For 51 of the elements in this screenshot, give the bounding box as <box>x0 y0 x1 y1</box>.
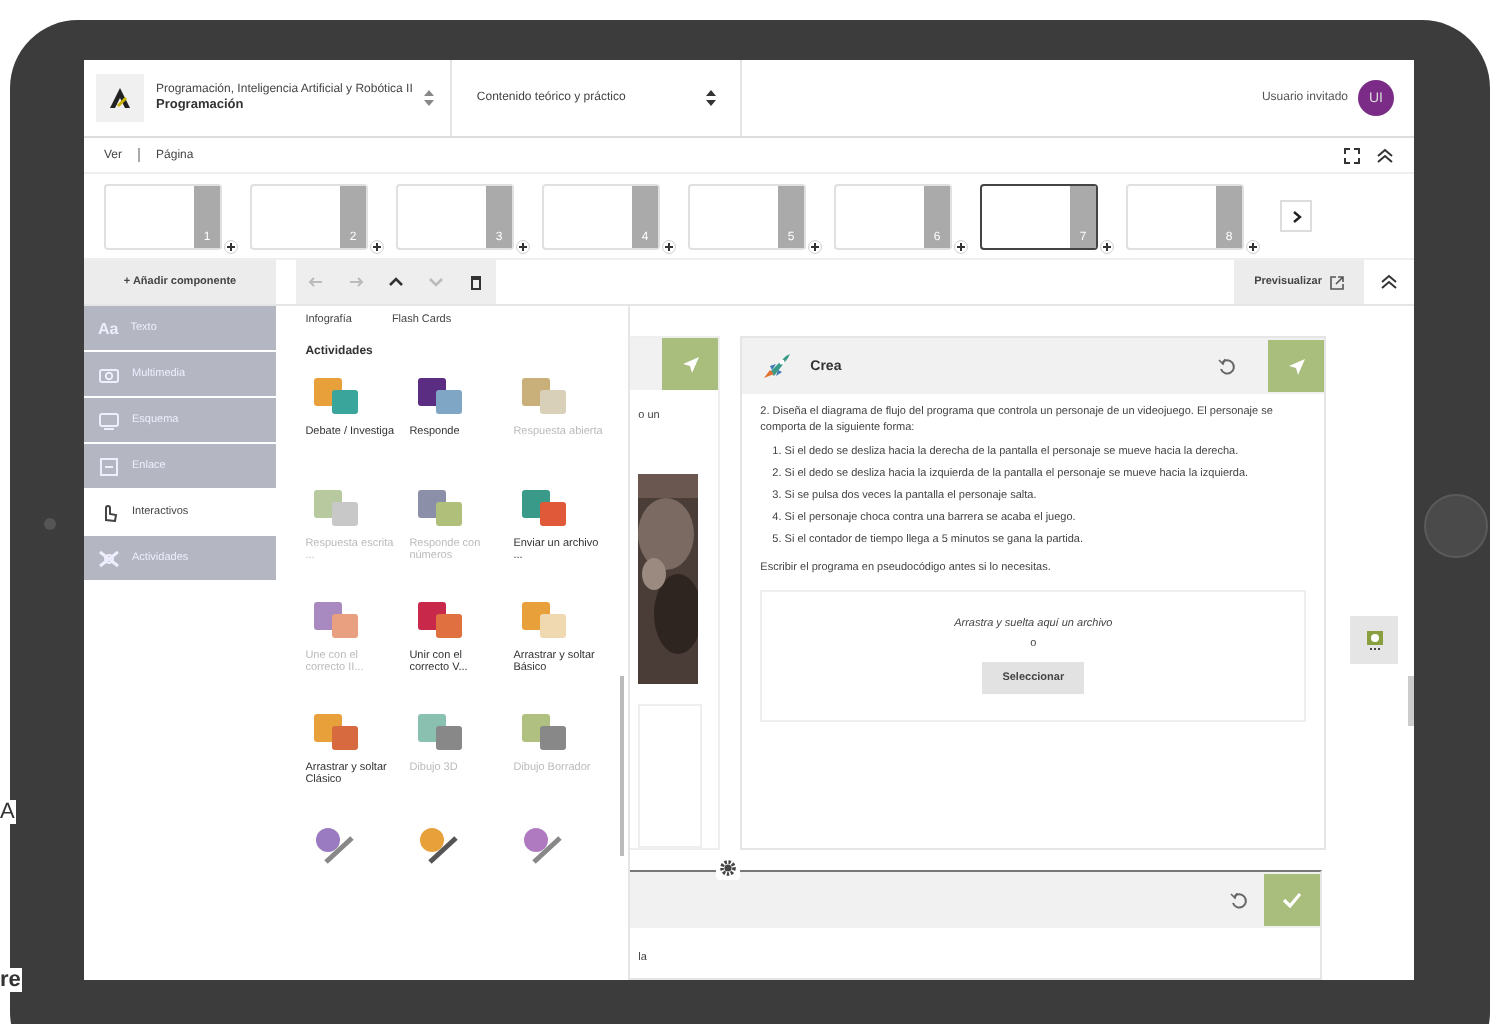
check-icon <box>1282 892 1303 908</box>
add-page-icon[interactable] <box>1100 240 1114 254</box>
tile-icon <box>309 374 362 418</box>
collapse-icon[interactable] <box>1380 274 1398 290</box>
send-icon <box>1287 357 1306 375</box>
tile-icon <box>517 598 570 642</box>
logo-icon <box>96 74 144 122</box>
tile-icon <box>309 710 362 754</box>
background-text: A <box>0 800 17 824</box>
category-icon <box>98 549 120 567</box>
side-button[interactable] <box>1350 616 1399 664</box>
category-icon <box>98 411 120 429</box>
next-button[interactable] <box>1280 200 1312 232</box>
add-page-icon[interactable] <box>662 240 676 254</box>
collapse-icon[interactable] <box>1376 147 1394 163</box>
chevron-right-icon <box>1291 209 1301 223</box>
add-page-icon[interactable] <box>516 240 530 254</box>
scrollbar[interactable] <box>1408 676 1414 726</box>
add-page-icon[interactable] <box>954 240 968 254</box>
category-icon <box>98 457 120 475</box>
check-button[interactable] <box>1264 874 1321 926</box>
add-page-icon[interactable] <box>808 240 822 254</box>
tile-icon <box>517 710 570 754</box>
sort-arrows-icon <box>424 90 435 106</box>
external-link-icon <box>1330 275 1344 289</box>
tile-icon <box>413 374 466 418</box>
trash-icon <box>468 274 484 290</box>
scrollbar[interactable] <box>620 676 625 856</box>
tile-icon <box>517 486 570 530</box>
tile-icon <box>413 710 466 754</box>
screen-icon <box>1365 630 1384 650</box>
rocket-icon <box>762 352 795 380</box>
arrow-icon <box>308 274 324 290</box>
tile-icon <box>517 374 570 418</box>
tile-icon <box>413 598 466 642</box>
camera-icon <box>44 518 56 530</box>
tile-icon <box>309 598 362 642</box>
fullscreen-icon[interactable] <box>1344 147 1360 163</box>
undo-icon[interactable] <box>1230 891 1249 909</box>
undo-icon[interactable] <box>1218 357 1237 375</box>
settings-icon[interactable] <box>716 856 741 880</box>
add-page-icon[interactable] <box>1246 240 1260 254</box>
category-icon <box>98 365 120 383</box>
add-page-icon[interactable] <box>370 240 384 254</box>
tile-icon <box>413 486 466 530</box>
tile-icon <box>309 486 362 530</box>
send-icon <box>681 355 700 373</box>
sort-arrows-icon <box>705 90 716 106</box>
background-text: re <box>0 968 23 992</box>
add-page-icon[interactable] <box>224 240 238 254</box>
arrow-icon <box>348 274 364 290</box>
